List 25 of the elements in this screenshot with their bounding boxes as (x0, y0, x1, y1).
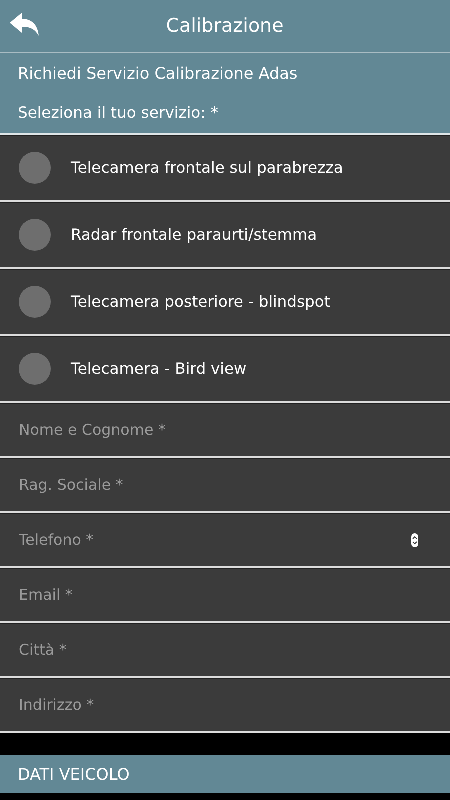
input-field[interactable]: Email * (0, 569, 450, 621)
service-option[interactable]: Radar frontale paraurti/stemma (0, 202, 450, 269)
input-field[interactable]: Nome e Cognome * (0, 404, 450, 456)
back-arrow-icon (8, 12, 40, 38)
radio-button[interactable] (19, 286, 51, 318)
service-option[interactable]: Telecamera posteriore - blindspot (0, 269, 450, 336)
service-option[interactable]: Telecamera frontale sul parabrezza (0, 135, 450, 202)
input-field[interactable]: Telefono * (0, 514, 450, 566)
radio-button[interactable] (19, 152, 51, 184)
section-title: DATI VEICOLO (18, 764, 130, 784)
radio-button[interactable] (19, 353, 51, 385)
option-label: Telecamera posteriore - blindspot (71, 293, 330, 311)
service-prompt: Seleziona il tuo servizio: * (18, 103, 220, 124)
input-field[interactable]: Indirizzo * (0, 679, 450, 731)
form-title: Richiedi Servizio Calibrazione Adas (18, 62, 299, 84)
radio-button[interactable] (19, 219, 51, 251)
back-button[interactable] (8, 12, 40, 38)
spinner-icon[interactable] (411, 533, 419, 548)
screen-title: Calibrazione (166, 15, 284, 37)
input-field[interactable]: Rag. Sociale * (0, 459, 450, 511)
service-option[interactable]: Telecamera - Bird view (0, 336, 450, 403)
option-label: Telecamera - Bird view (71, 360, 247, 378)
option-label: Radar frontale paraurti/stemma (71, 226, 318, 244)
option-label: Telecamera frontale sul parabrezza (71, 159, 344, 177)
input-field[interactable]: Città * (0, 624, 450, 676)
